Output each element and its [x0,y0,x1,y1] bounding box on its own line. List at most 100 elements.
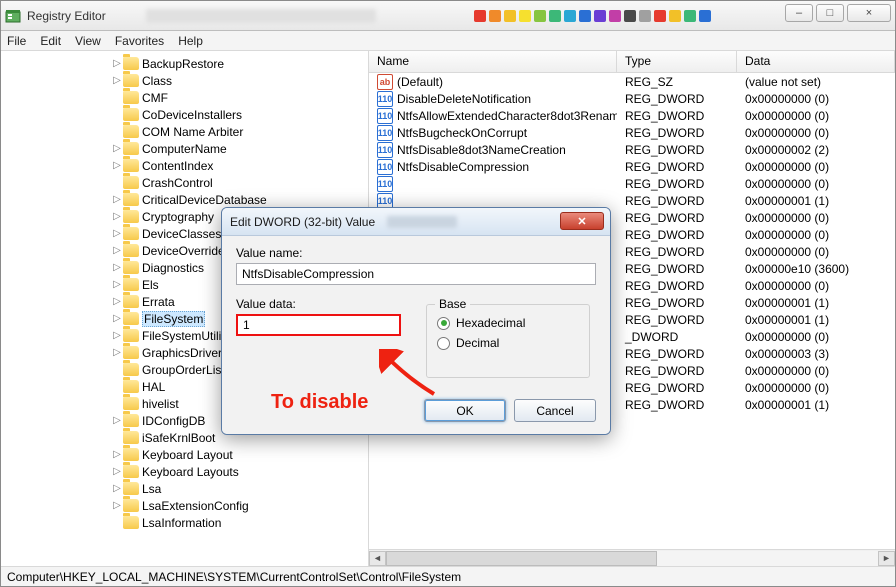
radio-icon [437,317,450,330]
folder-icon [123,465,139,478]
value-data: 0x00000000 (0) [737,177,895,191]
tree-item[interactable]: ▷Class [109,72,368,89]
menu-favorites[interactable]: Favorites [115,34,164,48]
expander-icon[interactable]: ▷ [111,75,123,86]
tree-item[interactable]: CrashControl [109,174,368,191]
folder-icon [123,397,139,410]
expander-icon[interactable]: ▷ [111,330,123,341]
expander-icon[interactable]: ▷ [111,347,123,358]
menu-edit[interactable]: Edit [40,34,61,48]
expander-icon[interactable]: ▷ [111,58,123,69]
tree-item[interactable]: CoDeviceInstallers [109,106,368,123]
value-data: 0x00000001 (1) [737,398,895,412]
value-data: 0x00000000 (0) [737,126,895,140]
value-name: NtfsBugcheckOnCorrupt [397,126,527,140]
value-type: REG_DWORD [617,381,737,395]
scroll-left-button[interactable]: ◄ [369,551,386,566]
expander-icon[interactable]: ▷ [111,194,123,205]
value-data: 0x00000000 (0) [737,109,895,123]
close-button[interactable]: × [847,4,891,22]
value-name: DisableDeleteNotification [397,92,531,106]
value-type: REG_DWORD [617,160,737,174]
expander-icon[interactable]: ▷ [111,500,123,511]
tree-item[interactable]: ▷ BackupRestore [109,55,368,72]
column-name[interactable]: Name [369,51,617,72]
tree-item[interactable]: LsaInformation [109,514,368,531]
value-type: REG_DWORD [617,126,737,140]
table-row[interactable]: 110 NtfsBugcheckOnCorrupt REG_DWORD0x00000… [369,124,895,141]
blurred-area [146,9,376,23]
scroll-thumb[interactable] [386,551,657,566]
ok-button[interactable]: OK [424,399,506,422]
dialog-titlebar[interactable]: Edit DWORD (32-bit) Value ✕ [222,208,610,236]
expander-icon[interactable]: ▷ [111,160,123,171]
folder-icon [123,278,139,291]
expander-icon[interactable]: ▷ [111,279,123,290]
tree-item[interactable]: ▷Keyboard Layout [109,446,368,463]
menu-file[interactable]: File [7,34,26,48]
maximize-button[interactable]: □ [816,4,844,22]
dialog-close-button[interactable]: ✕ [560,212,604,230]
menu-help[interactable]: Help [178,34,203,48]
menu-view[interactable]: View [75,34,101,48]
folder-icon [123,125,139,138]
scroll-track[interactable] [386,551,878,566]
blurred-area [387,216,457,228]
cancel-button[interactable]: Cancel [514,399,596,422]
radio-decimal[interactable]: Decimal [437,333,579,353]
expander-icon[interactable]: ▷ [111,483,123,494]
tree-item[interactable]: CMF [109,89,368,106]
menubar: File Edit View Favorites Help [1,31,895,51]
table-row[interactable]: 110DisableDeleteNotificationREG_DWORD0x0… [369,90,895,107]
expander-icon[interactable]: ▷ [111,296,123,307]
value-data: 0x00000000 (0) [737,381,895,395]
folder-icon [123,244,139,257]
tree-item-label: BackupRestore [142,57,224,71]
tree-item[interactable]: ▷Lsa [109,480,368,497]
scroll-right-button[interactable]: ► [878,551,895,566]
tree-item[interactable]: COM Name Arbiter [109,123,368,140]
folder-icon [123,295,139,308]
expander-icon[interactable]: ▷ [111,313,123,324]
tree-item[interactable]: ▷ComputerName [109,140,368,157]
column-data[interactable]: Data [737,51,895,72]
value-data: 0x00000000 (0) [737,228,895,242]
dword-value-icon: 110 [377,125,393,141]
table-row[interactable]: 110NtfsAllowExtendedCharacter8dot3Rename… [369,107,895,124]
tree-item[interactable]: ▷LsaExtensionConfig [109,497,368,514]
tree-item-label: FileSystem [142,311,205,327]
value-type: REG_DWORD [617,177,737,191]
column-type[interactable]: Type [617,51,737,72]
horizontal-scrollbar[interactable]: ◄ ► [369,549,895,566]
value-type: _DWORD [617,330,737,344]
minimize-button[interactable]: – [785,4,813,22]
expander-icon[interactable]: ▷ [111,228,123,239]
radio-hexadecimal[interactable]: Hexadecimal [437,313,579,333]
value-data: 0x00000000 (0) [737,160,895,174]
expander-icon[interactable]: ▷ [111,245,123,256]
folder-icon [123,448,139,461]
table-row[interactable]: 110NtfsDisableCompressionREG_DWORD0x0000… [369,158,895,175]
expander-icon[interactable]: ▷ [111,211,123,222]
value-data: (value not set) [737,75,895,89]
table-row[interactable]: 110REG_DWORD0x00000000 (0) [369,175,895,192]
expander-icon[interactable]: ▷ [111,415,123,426]
table-row[interactable]: ab(Default)REG_SZ(value not set) [369,73,895,90]
folder-icon [123,363,139,376]
window-titlebar: Registry Editor – □ × [1,1,895,31]
value-data-input[interactable] [236,314,401,336]
folder-icon [123,159,139,172]
expander-icon[interactable]: ▷ [111,449,123,460]
expander-icon[interactable]: ▷ [111,466,123,477]
tree-item[interactable]: ▷Keyboard Layouts [109,463,368,480]
value-data: 0x00000000 (0) [737,364,895,378]
tree-item[interactable]: ▷ContentIndex [109,157,368,174]
folder-icon [123,312,139,325]
tree-item[interactable]: ▷ CriticalDeviceDatabase [109,191,368,208]
table-row[interactable]: 110NtfsDisable8dot3NameCreationREG_DWORD… [369,141,895,158]
value-name-input[interactable] [236,263,596,285]
folder-icon [123,261,139,274]
expander-icon[interactable]: ▷ [111,143,123,154]
expander-icon[interactable]: ▷ [111,262,123,273]
tree-item-label: CriticalDeviceDatabase [142,193,267,207]
